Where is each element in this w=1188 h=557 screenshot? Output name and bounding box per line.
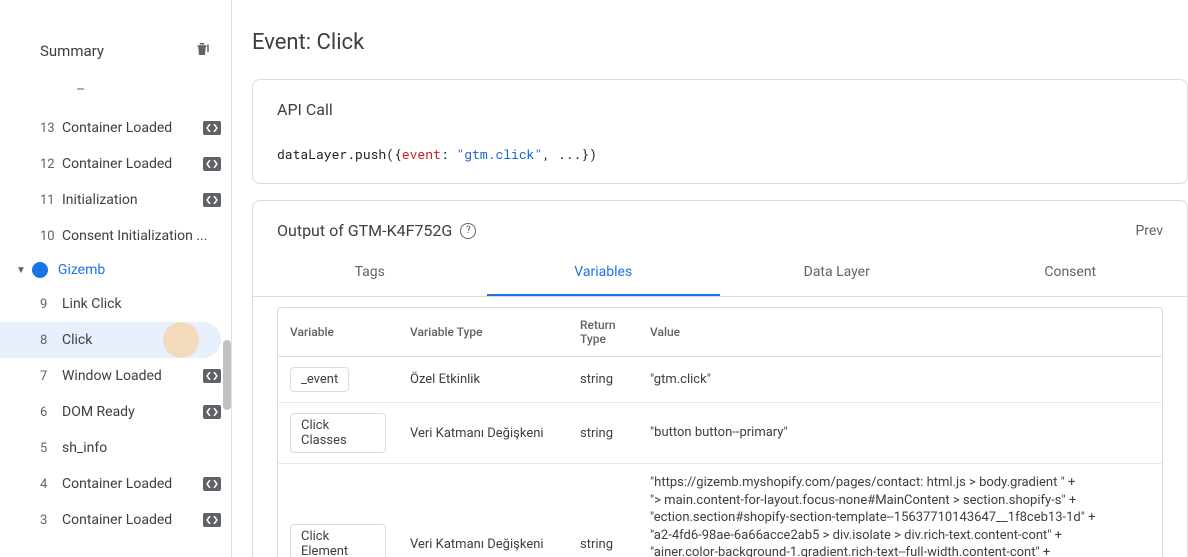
table-row: _event Özel Etkinlikstring"gtm.click"	[278, 357, 1162, 403]
code-val: "gtm.click"	[456, 145, 542, 163]
event-item[interactable]: 13Container Loaded	[0, 110, 231, 146]
tab-variables[interactable]: Variables	[487, 250, 721, 296]
tab-data layer[interactable]: Data Layer	[720, 250, 954, 296]
column-header: Value	[638, 308, 1162, 357]
event-item[interactable]: 12Container Loaded	[0, 146, 231, 182]
caret-down-icon: ▼	[16, 265, 26, 276]
code-post: , ...})	[542, 145, 597, 163]
trash-icon[interactable]	[193, 40, 211, 62]
event-number: 11	[40, 193, 62, 208]
output-title: Output of GTM-K4F752G ?	[277, 221, 476, 240]
sidebar-header: Summary	[0, 40, 231, 62]
api-call-header: API Call	[253, 80, 1187, 135]
variable-value: "https://gizemb.myshopify.com/pages/cont…	[638, 464, 1162, 557]
variable-type: Veri Katmanı Değişkeni	[398, 464, 568, 557]
event-label: Container Loaded	[62, 476, 197, 492]
output-card: Output of GTM-K4F752G ? Prev TagsVariabl…	[252, 200, 1188, 557]
event-item[interactable]: 4Container Loaded	[0, 466, 231, 502]
table-row: Click Classes Veri Katmanı Değişkenistrin…	[278, 403, 1162, 464]
variable-value: "button button--primary"	[638, 403, 1162, 464]
event-number: 8	[40, 333, 62, 348]
tab-consent[interactable]: Consent	[954, 250, 1188, 296]
event-label: Container Loaded	[62, 512, 197, 528]
event-list-bottom: 9Link Click8Click7Window Loaded6DOM Read…	[0, 286, 231, 538]
event-number: 6	[40, 405, 62, 420]
main-content: Event: Click API Call dataLayer.push({ev…	[232, 0, 1188, 557]
code-key: event	[402, 145, 441, 163]
event-item[interactable]: 8Click	[0, 322, 221, 358]
event-item[interactable]: 6DOM Ready	[0, 394, 231, 430]
event-number: 5	[40, 441, 62, 456]
event-number: 3	[40, 513, 62, 528]
summary-title: Summary	[40, 42, 104, 60]
code-badge-icon	[203, 513, 221, 527]
event-label: Container Loaded	[62, 120, 197, 136]
event-number: 7	[40, 369, 62, 384]
variable-type: Veri Katmanı Değişkeni	[398, 403, 568, 464]
api-call-code: dataLayer.push({event: "gtm.click", ...}…	[253, 135, 1187, 183]
event-label: sh_info	[62, 440, 221, 456]
code-pre: dataLayer.push({	[277, 145, 402, 163]
scrollbar-thumb[interactable]	[223, 340, 231, 410]
output-header: Output of GTM-K4F752G ? Prev	[253, 201, 1187, 240]
event-label: Window Loaded	[62, 368, 197, 384]
api-call-card: API Call dataLayer.push({event: "gtm.cli…	[252, 79, 1188, 184]
variable-type: Özel Etkinlik	[398, 357, 568, 403]
column-header: Return Type	[568, 308, 638, 357]
sidebar: Summary – 13Container Loaded12Container …	[0, 0, 232, 557]
event-number: 12	[40, 157, 62, 172]
code-badge-icon	[203, 193, 221, 207]
return-type: string	[568, 403, 638, 464]
event-item[interactable]: 9Link Click	[0, 286, 231, 322]
variable-chip[interactable]: Click Element	[290, 524, 386, 557]
event-number: 13	[40, 121, 62, 136]
ellipsis: –	[0, 82, 231, 98]
page-title: Event: Click	[252, 30, 1188, 55]
code-badge-icon	[203, 121, 221, 135]
variable-value: "gtm.click"	[638, 357, 1162, 403]
tabs: TagsVariablesData LayerConsent	[253, 250, 1187, 297]
event-label: Initialization	[62, 192, 197, 208]
code-badge-icon	[203, 157, 221, 171]
event-item[interactable]: 10Consent Initialization ...	[0, 218, 231, 254]
return-type: string	[568, 464, 638, 557]
event-label: DOM Ready	[62, 404, 197, 420]
account-row[interactable]: ▼ Gizemb	[0, 254, 231, 286]
event-number: 10	[40, 229, 62, 244]
table-row: Click Element Veri Katmanı Değişkenistrin…	[278, 464, 1162, 557]
code-badge-icon	[203, 369, 221, 383]
info-icon[interactable]: ?	[460, 223, 476, 239]
variables-table: VariableVariable TypeReturn TypeValue _e…	[277, 307, 1163, 557]
event-number: 4	[40, 477, 62, 492]
event-label: Click	[62, 332, 211, 348]
event-number: 9	[40, 297, 62, 312]
event-label: Link Click	[62, 296, 221, 312]
event-item[interactable]: 3Container Loaded	[0, 502, 231, 538]
variable-chip[interactable]: _event	[290, 367, 349, 392]
variable-chip[interactable]: Click Classes	[290, 413, 386, 453]
code-colon: :	[441, 145, 457, 163]
output-title-text: Output of GTM-K4F752G	[277, 221, 452, 240]
event-label: Container Loaded	[62, 156, 197, 172]
event-item[interactable]: 11Initialization	[0, 182, 231, 218]
event-list-top: 13Container Loaded12Container Loaded11In…	[0, 110, 231, 254]
column-header: Variable	[278, 308, 398, 357]
column-header: Variable Type	[398, 308, 568, 357]
event-item[interactable]: 5sh_info	[0, 430, 231, 466]
account-name: Gizemb	[58, 262, 105, 278]
return-type: string	[568, 357, 638, 403]
tab-tags[interactable]: Tags	[253, 250, 487, 296]
table-body: _eventÖzel Etkinlikstring"gtm.click"Clic…	[278, 357, 1162, 557]
event-label: Consent Initialization ...	[62, 228, 221, 244]
code-badge-icon	[203, 477, 221, 491]
event-item[interactable]: 7Window Loaded	[0, 358, 231, 394]
code-badge-icon	[203, 405, 221, 419]
account-dot-icon	[32, 262, 48, 278]
prev-link[interactable]: Prev	[1135, 223, 1163, 239]
table-header-row: VariableVariable TypeReturn TypeValue	[278, 308, 1162, 357]
